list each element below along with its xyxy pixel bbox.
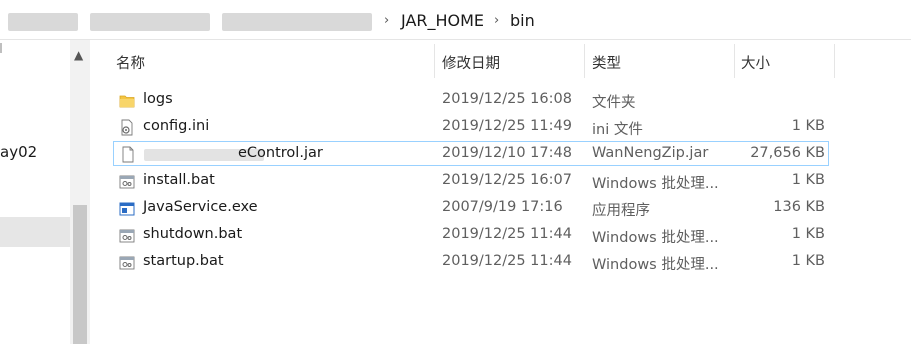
file-modified: 2019/12/25 16:08: [442, 91, 572, 107]
column-header-size[interactable]: 大小: [741, 52, 770, 73]
nav-tree-line: [0, 43, 8, 53]
scroll-up-arrow-icon[interactable]: ▲: [74, 48, 83, 62]
file-row[interactable]: logs 2019/12/25 16:08 文件夹: [113, 88, 829, 113]
column-header-name[interactable]: 名称: [116, 52, 145, 73]
file-row[interactable]: startup.bat 2019/12/25 11:44 Windows 批处理…: [113, 250, 829, 275]
file-modified: 2019/12/25 16:07: [442, 172, 572, 188]
bat-file-icon: [119, 229, 135, 243]
file-size: 1 KB: [791, 253, 825, 269]
file-row[interactable]: config.ini 2019/12/25 11:49 ini 文件 1 KB: [113, 115, 829, 140]
column-header-modified[interactable]: 修改日期: [442, 52, 500, 73]
blurred-path-segment: [222, 13, 372, 31]
file-modified: 2019/12/25 11:44: [442, 226, 572, 242]
navigation-pane[interactable]: ay02 ▲: [0, 40, 90, 344]
file-row[interactable]: shutdown.bat 2019/12/25 11:44 Windows 批处…: [113, 223, 829, 248]
file-type: Windows 批处理...: [592, 257, 719, 273]
nav-scrollbar[interactable]: ▲: [70, 40, 90, 344]
file-name: eControl.jar: [238, 145, 323, 161]
file-size: 27,656 KB: [750, 145, 825, 161]
bat-file-icon: [119, 175, 135, 189]
file-row[interactable]: JavaService.exe 2007/9/19 17:16 应用程序 136…: [113, 196, 829, 221]
file-type: 应用程序: [592, 203, 650, 219]
breadcrumb-item-jar-home[interactable]: JAR_HOME: [401, 11, 484, 30]
file-type: 文件夹: [592, 95, 636, 111]
file-row-selected[interactable]: eControl.jar 2019/12/10 17:48 WanNengZip…: [113, 141, 829, 166]
file-type: Windows 批处理...: [592, 176, 719, 192]
column-divider[interactable]: [734, 44, 735, 78]
column-divider[interactable]: [434, 44, 435, 78]
file-modified: 2019/12/10 17:48: [442, 145, 572, 161]
blurred-path-segment: [90, 13, 210, 31]
file-size: 1 KB: [791, 172, 825, 188]
file-size: 1 KB: [791, 118, 825, 134]
file-name: shutdown.bat: [143, 226, 243, 242]
jar-file-icon: [122, 146, 134, 163]
column-header-type[interactable]: 类型: [592, 52, 621, 73]
breadcrumb-item-bin[interactable]: bin: [510, 11, 535, 30]
blurred-path-segment: [8, 13, 78, 31]
file-name: JavaService.exe: [143, 199, 258, 215]
scrollbar-thumb[interactable]: [73, 205, 87, 344]
folder-icon: [119, 95, 135, 108]
address-bar[interactable]: › JAR_HOME › bin: [0, 0, 911, 40]
column-divider[interactable]: [834, 44, 835, 78]
breadcrumb-separator-icon: ›: [494, 13, 500, 28]
file-name: install.bat: [143, 172, 215, 188]
file-name: startup.bat: [143, 253, 224, 269]
file-modified: 2019/12/25 11:44: [442, 253, 572, 269]
exe-file-icon: [119, 202, 135, 216]
column-divider[interactable]: [584, 44, 585, 78]
file-modified: 2007/9/19 17:16: [442, 199, 563, 215]
file-name: logs: [143, 91, 173, 107]
nav-item-partial[interactable]: ay02: [0, 143, 37, 161]
breadcrumb-separator-icon: ›: [384, 13, 390, 28]
ini-file-icon: [121, 119, 133, 136]
file-row[interactable]: install.bat 2019/12/25 16:07 Windows 批处理…: [113, 169, 829, 194]
file-type: WanNengZip.jar: [592, 145, 709, 161]
file-size: 136 KB: [773, 199, 825, 215]
file-name: config.ini: [143, 118, 210, 134]
bat-file-icon: [119, 256, 135, 270]
file-type: Windows 批处理...: [592, 230, 719, 246]
file-modified: 2019/12/25 11:49: [442, 118, 572, 134]
nav-item-selected[interactable]: [0, 217, 70, 247]
file-size: 1 KB: [791, 226, 825, 242]
file-type: ini 文件: [592, 122, 643, 138]
